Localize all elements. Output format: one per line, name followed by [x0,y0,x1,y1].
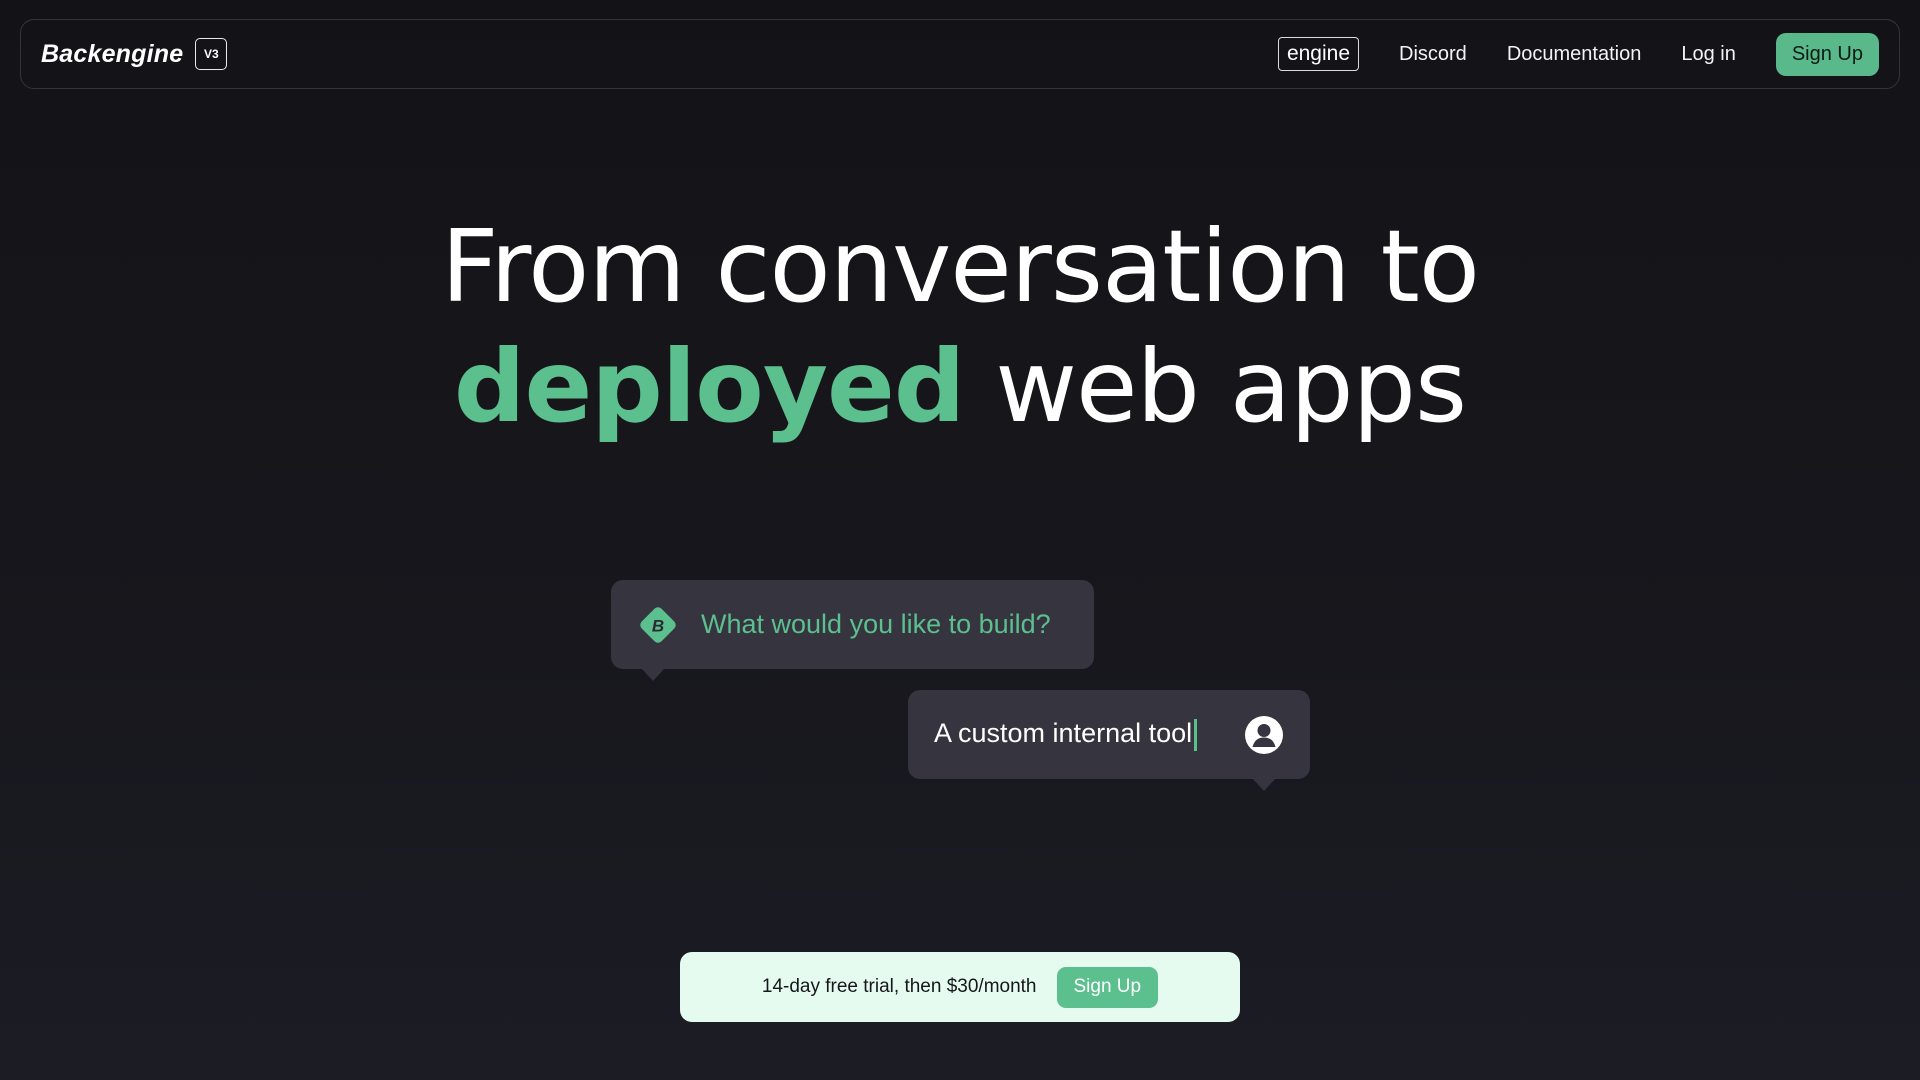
nav-documentation-link[interactable]: Documentation [1507,43,1642,66]
nav-signup-button[interactable]: Sign Up [1775,32,1879,76]
brand-logo[interactable]: Backengine [41,40,183,69]
assistant-chat-bubble: B What would you like to build? [611,580,1094,681]
hero-accent-word: deployed [453,328,966,445]
nav-links: engine Discord Documentation Log in Sign… [1277,32,1879,76]
hero-heading-line-2: deployed web apps [0,328,1920,445]
trial-signup-button[interactable]: Sign Up [1056,966,1159,1008]
nav-login-link[interactable]: Log in [1681,43,1736,66]
backengine-diamond-icon: B [640,606,676,643]
hero-heading-rest: web apps [964,328,1467,445]
trial-banner: 14-day free trial, then $30/month Sign U… [680,952,1240,1022]
brand[interactable]: Backengine V3 [41,38,228,70]
assistant-prompt-text: What would you like to build? [701,609,1051,639]
user-avatar-icon [1245,715,1283,754]
top-navbar: Backengine V3 engine Discord Documentati… [20,19,1900,89]
hero-heading-line-1: From conversation to [440,208,1480,325]
text-caret [1194,718,1198,751]
user-input-value: A custom internal tool [934,718,1193,749]
trial-pricing-text: 14-day free trial, then $30/month [761,976,1037,997]
landing-page: Backengine V3 engine Discord Documentati… [0,0,1920,1080]
svg-text:B: B [652,616,664,635]
user-input-text[interactable]: A custom internal tool [934,718,1198,751]
version-badge: V3 [195,38,228,70]
nav-engine-link[interactable]: engine [1277,37,1360,71]
nav-discord-link[interactable]: Discord [1399,43,1467,66]
user-chat-bubble[interactable]: A custom internal tool [908,690,1310,791]
